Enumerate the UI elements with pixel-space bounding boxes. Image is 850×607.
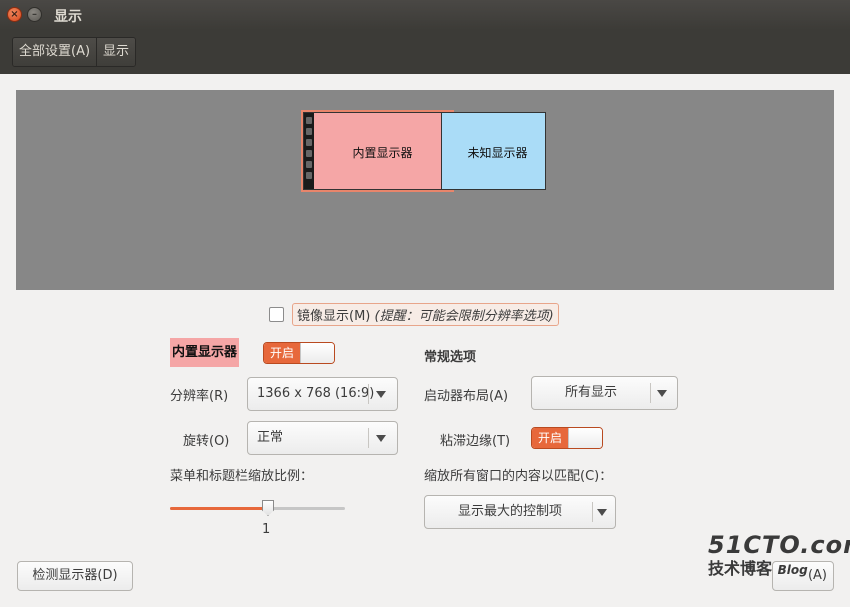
film-strip-left-icon: [304, 113, 314, 189]
switch-knob: [568, 428, 602, 448]
fit-content-value: 显示最大的控制项: [457, 504, 562, 519]
mirror-label-text: 镜像显示(M): [297, 308, 371, 324]
rotation-label: 旋转(O): [183, 434, 230, 449]
scale-slider-handle[interactable]: [262, 500, 274, 516]
rotation-value: 正常: [257, 430, 284, 445]
scale-slider[interactable]: [170, 500, 345, 516]
toolbar: 全部设置(A) 显示: [0, 30, 850, 74]
watermark: 51CTO.com 技术博客 Blog: [708, 532, 850, 581]
scale-slider-fill: [170, 507, 268, 510]
sticky-edges-switch[interactable]: 开启: [531, 427, 603, 449]
chevron-down-icon: [597, 509, 607, 516]
resolution-dropdown[interactable]: 1366 x 768 (16:9): [247, 377, 398, 411]
mirror-checkbox[interactable]: [269, 306, 284, 322]
combo-separator: [592, 502, 593, 522]
rotation-dropdown[interactable]: 正常: [247, 421, 398, 455]
switch-knob: [300, 343, 334, 363]
combo-separator: [650, 383, 651, 403]
combo-separator: [368, 428, 369, 448]
fit-content-label: 缩放所有窗口的内容以匹配(C)：: [424, 469, 613, 484]
detect-displays-button[interactable]: 检测显示器(D): [17, 561, 133, 591]
unknown-monitor-tile[interactable]: 未知显示器: [441, 112, 546, 190]
watermark-tagline: 技术博客: [708, 559, 773, 578]
window-title: 显示: [54, 9, 82, 25]
launcher-placement-value: 所有显示: [564, 385, 617, 400]
sticky-edges-label: 粘滞边缘(T): [440, 434, 511, 449]
builtin-switch-label: 开启: [264, 343, 300, 363]
scale-label: 菜单和标题栏缩放比例：: [170, 469, 314, 484]
scale-value: 1: [262, 522, 271, 537]
builtin-display-title: 内置显示器: [170, 338, 240, 367]
mirror-row: 镜像显示(M) (提醒：可能会限制分辨率选项): [269, 302, 559, 326]
builtin-display-switch[interactable]: 开启: [263, 342, 335, 364]
chevron-down-icon: [657, 390, 667, 397]
sticky-switch-label: 开启: [532, 428, 568, 448]
all-settings-button[interactable]: 全部设置(A): [13, 38, 97, 66]
combo-separator: [368, 384, 369, 404]
breadcrumb-display[interactable]: 显示: [96, 38, 136, 66]
resolution-label: 分辨率(R): [170, 389, 229, 404]
breadcrumb: 全部设置(A) 显示: [12, 37, 137, 67]
fit-content-dropdown[interactable]: 显示最大的控制项: [424, 495, 616, 529]
launcher-placement-dropdown[interactable]: 所有显示: [531, 376, 678, 410]
close-window-icon[interactable]: ×: [7, 7, 22, 22]
chevron-down-icon: [376, 435, 386, 442]
title-bar: × – 显示: [0, 0, 850, 30]
general-options-title: 常规选项: [424, 350, 477, 365]
unknown-monitor-label: 未知显示器: [467, 146, 528, 160]
monitor-arrangement-area: 内置显示器 未知显示器: [16, 90, 834, 290]
mirror-hint: (提醒：可能会限制分辨率选项): [374, 308, 554, 324]
watermark-site: 51CTO.com: [708, 531, 850, 559]
resolution-value: 1366 x 768 (16:9): [257, 386, 375, 401]
builtin-monitor-tile[interactable]: 内置显示器: [303, 112, 452, 190]
watermark-blog: Blog: [777, 563, 808, 577]
chevron-down-icon: [376, 391, 386, 398]
launcher-placement-label: 启动器布局(A): [424, 389, 509, 404]
builtin-monitor-label: 内置显示器: [352, 146, 413, 160]
mirror-label[interactable]: 镜像显示(M) (提醒：可能会限制分辨率选项): [292, 302, 559, 326]
minimize-window-icon[interactable]: –: [27, 7, 42, 22]
